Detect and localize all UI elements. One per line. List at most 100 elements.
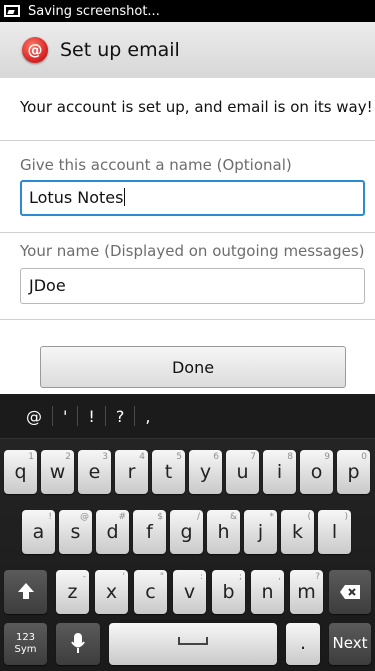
space-icon (178, 637, 208, 645)
key-hint: 9 (324, 452, 330, 462)
key-f[interactable]: $ f (133, 510, 166, 554)
key-hint: # (118, 512, 126, 522)
key-o[interactable]: 9o (300, 450, 333, 494)
key-b[interactable]: ; b (212, 570, 245, 614)
suggestion-comma[interactable]: , (135, 407, 160, 426)
key-d[interactable]: # d (96, 510, 129, 554)
key-w[interactable]: 2w (41, 450, 74, 494)
key-g[interactable]: / g (170, 510, 203, 554)
key-hint: " (159, 572, 164, 582)
symbols-key-line1: 123 (15, 632, 36, 643)
suggestion-question[interactable]: ? (106, 407, 135, 426)
key-m[interactable]: ? m (290, 570, 323, 614)
key-l[interactable]: ) l (318, 510, 351, 554)
key-n[interactable]: ,n (251, 570, 284, 614)
key-s[interactable]: @ s (59, 510, 92, 554)
key-hint: ? (315, 572, 320, 582)
key-hint: ( (307, 512, 311, 522)
email-app-icon-glyph: @ (27, 41, 43, 59)
key-hint: 2 (65, 452, 71, 462)
key-label: h (217, 521, 230, 543)
key-hint: * (269, 512, 275, 522)
period-key[interactable]: . (286, 623, 320, 665)
your-name-field[interactable]: JDoe (20, 268, 365, 304)
key-hint: ; (238, 572, 242, 582)
key-label: d (106, 521, 119, 543)
key-label: f (146, 521, 153, 543)
key-t[interactable]: 5t (152, 450, 185, 494)
title-bar: @ Set up email (0, 22, 375, 79)
status-text: Saving screenshot... (28, 3, 160, 19)
suggestion-bar: @ ' ! ? , (0, 394, 375, 439)
key-hint: & (229, 512, 237, 522)
key-hint: ! (48, 512, 52, 522)
shift-arrow-icon (17, 583, 34, 599)
key-j[interactable]: * j (244, 510, 277, 554)
key-hint: , (278, 572, 281, 582)
suggestion-exclamation[interactable]: ! (78, 407, 104, 426)
key-hint: ) (344, 512, 348, 522)
your-name-value: JDoe (29, 276, 66, 295)
key-label: e (88, 461, 101, 483)
key-label: l (331, 521, 338, 543)
space-key[interactable] (109, 623, 277, 665)
key-label: v (183, 581, 196, 603)
key-hint: - (82, 572, 86, 582)
key-label: b (222, 581, 235, 603)
key-label: u (236, 461, 249, 483)
done-button[interactable]: Done (40, 346, 346, 388)
key-label: g (180, 521, 193, 543)
key-hint: 8 (287, 452, 293, 462)
key-hint: 7 (250, 452, 256, 462)
voice-input-key[interactable] (56, 623, 100, 665)
key-label: r (127, 461, 136, 483)
key-label: j (257, 521, 264, 543)
key-z[interactable]: -z (56, 570, 89, 614)
divider (0, 319, 375, 320)
key-c[interactable]: " c (134, 570, 167, 614)
key-u[interactable]: 7u (226, 450, 259, 494)
next-key[interactable]: Next (329, 623, 371, 665)
symbols-key[interactable]: 123 Sym (4, 623, 47, 665)
key-h[interactable]: & h (207, 510, 240, 554)
key-label: t (164, 461, 173, 483)
key-hint: 6 (213, 452, 219, 462)
key-k[interactable]: (k (281, 510, 314, 554)
key-r[interactable]: 4r (115, 450, 148, 494)
email-app-icon: @ (22, 37, 48, 63)
shift-key[interactable] (4, 570, 47, 614)
symbols-key-line2: Sym (14, 644, 37, 655)
key-hint: $ (157, 512, 163, 522)
key-a[interactable]: ! a (22, 510, 55, 554)
key-e[interactable]: 3e (78, 450, 111, 494)
screenshot-icon (4, 5, 20, 17)
microphone-icon (71, 633, 85, 653)
key-x[interactable]: ' x (95, 570, 128, 614)
key-p[interactable]: 0p (337, 450, 370, 494)
backspace-icon (340, 585, 360, 599)
account-name-field[interactable]: Lotus Notes (20, 180, 365, 216)
key-y[interactable]: 6y (189, 450, 222, 494)
your-name-label: Your name (Displayed on outgoing message… (20, 242, 365, 260)
backspace-key[interactable] (329, 570, 371, 614)
suggestion-at[interactable]: @ (16, 407, 52, 426)
divider (0, 140, 375, 141)
key-label: x (105, 581, 118, 603)
page-title: Set up email (60, 39, 180, 61)
key-label: a (32, 521, 45, 543)
suggestion-apostrophe[interactable]: ' (53, 407, 77, 426)
key-v[interactable]: :v (173, 570, 206, 614)
key-q[interactable]: 1q (4, 450, 37, 494)
key-hint: @ (80, 512, 89, 522)
key-hint: 1 (28, 452, 34, 462)
key-hint: 5 (176, 452, 182, 462)
key-label: i (276, 461, 283, 483)
key-hint: ' (122, 572, 125, 582)
content-area: Your account is set up, and email is on … (0, 78, 375, 394)
key-label: c (145, 581, 156, 603)
key-i[interactable]: 8i (263, 450, 296, 494)
key-hint: 0 (361, 452, 367, 462)
key-hint: / (196, 512, 200, 522)
key-label: y (199, 461, 212, 483)
key-label: s (70, 521, 81, 543)
